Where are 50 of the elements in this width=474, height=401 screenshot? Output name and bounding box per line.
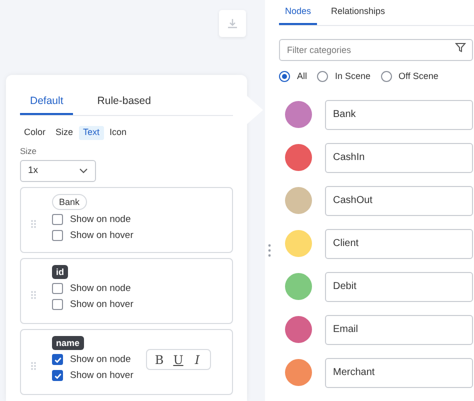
text-style-button[interactable]: B [152, 350, 166, 369]
category-name-field[interactable]: Email [325, 314, 473, 344]
checkbox[interactable] [52, 283, 63, 294]
property-tag: id [52, 264, 68, 279]
checkbox[interactable] [52, 370, 63, 382]
checkbox-option[interactable]: Show on node [52, 282, 131, 296]
category-name-field[interactable]: Merchant [325, 358, 473, 388]
radio-option[interactable]: In Scene [317, 70, 371, 84]
category-name-field[interactable]: Bank [325, 100, 473, 130]
radio[interactable] [279, 71, 290, 82]
category-name-field[interactable]: CashOut [325, 186, 473, 216]
tab[interactable]: Rule-based [87, 91, 161, 115]
checkbox-option[interactable]: Show on hover [52, 368, 134, 383]
subtab[interactable]: Icon [106, 126, 131, 140]
tab[interactable]: Relationships [325, 0, 392, 25]
subtab[interactable]: Text [79, 126, 104, 140]
size-select[interactable]: 1x [20, 160, 96, 182]
subtab[interactable]: Size [52, 126, 78, 140]
property-tag: name [52, 336, 84, 350]
checkbox-option[interactable]: Show on node [52, 352, 131, 367]
radio[interactable] [380, 71, 392, 82]
size-label: Size [20, 145, 38, 158]
category-name-field[interactable]: CashIn [325, 142, 473, 172]
checkbox[interactable] [52, 354, 63, 366]
radio-option[interactable]: All [279, 70, 308, 84]
checkbox[interactable] [52, 230, 63, 242]
property-tag: Bank [52, 194, 87, 210]
subtab[interactable]: Color [20, 126, 50, 140]
download-button[interactable] [219, 10, 246, 37]
checkbox[interactable] [52, 214, 63, 226]
drag-handle-icon[interactable] [31, 220, 37, 228]
chevron-down-icon [79, 168, 88, 174]
checkbox[interactable] [52, 299, 63, 310]
filter-icon [455, 42, 466, 53]
category-name-field[interactable]: Debit [325, 272, 473, 302]
text-style-button[interactable]: I [190, 350, 204, 369]
download-icon [227, 18, 238, 29]
checkbox-option[interactable]: Show on node [52, 212, 131, 227]
checkbox-option[interactable]: Show on hover [52, 228, 134, 243]
category-name-field[interactable]: Client [325, 228, 473, 258]
text-style-button[interactable]: U [172, 350, 185, 369]
drag-handle-icon[interactable] [31, 290, 37, 299]
radio-option[interactable]: Off Scene [380, 70, 438, 84]
drag-handle-icon[interactable] [31, 362, 37, 370]
resize-handle-icon[interactable] [268, 244, 271, 257]
checkbox-option[interactable]: Show on hover [52, 298, 134, 312]
radio[interactable] [317, 71, 328, 82]
tab[interactable]: Nodes [279, 0, 318, 25]
tab[interactable]: Default [20, 91, 74, 115]
filter-field[interactable]: Filter categories [279, 39, 473, 61]
